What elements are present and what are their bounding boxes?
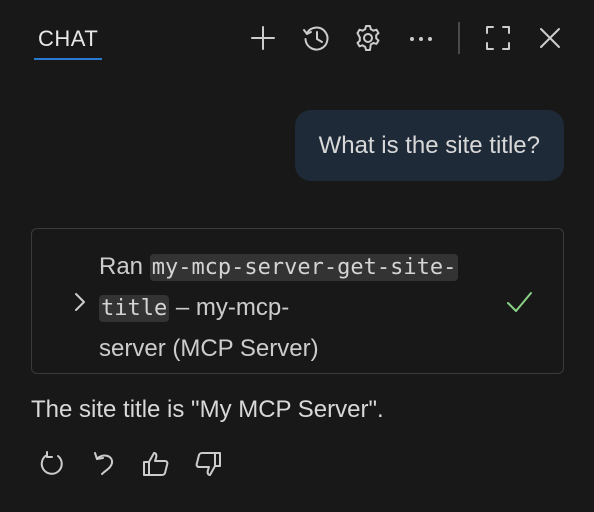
header-divider (458, 22, 460, 54)
close-button[interactable] (534, 22, 566, 54)
history-icon (303, 26, 329, 51)
thumbs-down-button[interactable] (192, 448, 224, 480)
more-actions-button[interactable] (405, 22, 437, 54)
retry-icon (40, 451, 63, 475)
tool-name-code-cont: title (99, 295, 170, 322)
tool-server-label-cont: server (MCP Server) (99, 335, 319, 362)
tool-run-card[interactable]: Ran my-mcp-server-get-site- title – my-m… (31, 228, 564, 374)
tab-chat-label: CHAT (38, 26, 99, 51)
gear-icon (356, 25, 380, 51)
thumbs-up-icon (143, 452, 169, 476)
new-chat-button[interactable] (247, 22, 279, 54)
chevron-right-icon[interactable] (70, 289, 90, 315)
user-message-text: What is the site title? (318, 131, 540, 159)
tab-chat[interactable]: CHAT (34, 22, 102, 60)
chat-header: CHAT (0, 0, 594, 66)
tool-name-code: my-mcp-server-get-site- (149, 254, 459, 281)
thumbs-up-button[interactable] (140, 448, 172, 480)
tool-run-prefix: Ran (99, 253, 144, 280)
user-message: What is the site title? (294, 110, 564, 181)
undo-icon (94, 452, 114, 475)
tool-run-description: Ran my-mcp-server-get-site- title – my-m… (99, 247, 499, 369)
more-icon (410, 37, 432, 41)
settings-button[interactable] (352, 22, 384, 54)
tool-server-label: – my-mcp- (169, 294, 290, 321)
active-tab-indicator (34, 58, 102, 60)
retry-button[interactable] (36, 448, 68, 480)
undo-button[interactable] (88, 448, 120, 480)
check-icon (504, 287, 534, 317)
plus-icon (251, 26, 275, 50)
maximize-icon (486, 26, 510, 50)
close-icon (540, 28, 560, 48)
maximize-button[interactable] (482, 22, 514, 54)
chat-panel: CHAT What is the site title? Ran my-mcp-… (0, 0, 594, 512)
assistant-response: The site title is "My MCP Server". (31, 396, 384, 423)
chat-history-button[interactable] (300, 22, 332, 54)
thumbs-down-icon (195, 452, 221, 476)
